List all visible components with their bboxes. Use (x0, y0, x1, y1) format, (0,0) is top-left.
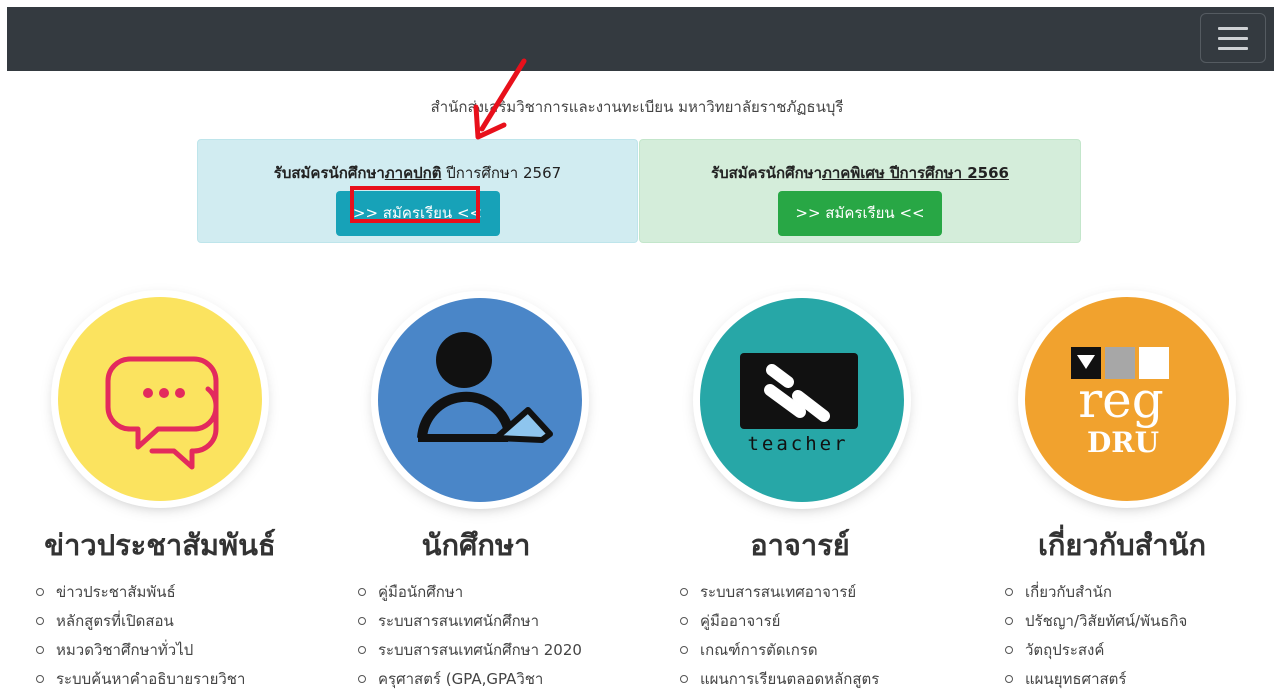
svg-text:reg: reg (1078, 371, 1164, 429)
svg-text:teacher: teacher (747, 433, 848, 455)
teacher-info-system-link[interactable]: ระบบสารสนเทศอาจารย์ (680, 578, 879, 607)
teachers-list: ระบบสารสนเทศอาจารย์ คู่มืออาจารย์ เกณฑ์ก… (680, 578, 879, 694)
news-title[interactable]: ข่าวประชาสัมพันธ์ (10, 522, 310, 568)
philosophy-vision-mission-link[interactable]: ปรัชญา/วิสัยทัศน์/พันธกิจ (1005, 607, 1187, 636)
highlight-box (350, 186, 480, 223)
course-search-link[interactable]: ระบบค้นหาคำอธิบายรายวิชา (36, 665, 245, 694)
special-term-link[interactable]: ภาคพิเศษ ปีการศึกษา 2566 (822, 164, 1009, 182)
regular-term-link[interactable]: ภาคปกติ (385, 164, 442, 182)
red-arrow-icon (473, 58, 527, 140)
news-link[interactable]: ข่าวประชาสัมพันธ์ (36, 578, 245, 607)
teacher-logo-icon[interactable]: teacher (700, 298, 904, 502)
student-info-system-2020-link[interactable]: ระบบสารสนเทศนักศึกษา 2020 (358, 636, 582, 665)
student-profile-icon[interactable] (378, 298, 582, 502)
student-manual-link[interactable]: คู่มือนักศึกษา (358, 578, 582, 607)
special-admission-panel: รับสมัครนักศึกษาภาคพิเศษ ปีการศึกษา 2566… (639, 139, 1081, 243)
svg-text:DRU: DRU (1087, 426, 1159, 459)
about-office-link[interactable]: เกี่ยวกับสำนัก (1005, 578, 1187, 607)
teachers-title[interactable]: อาจารย์ (650, 522, 950, 568)
objectives-link[interactable]: วัตถุประสงค์ (1005, 636, 1187, 665)
special-apply-button[interactable]: >> สมัครเรียน << (778, 191, 942, 236)
grading-criteria-link[interactable]: เกณฑ์การตัดเกรด (680, 636, 879, 665)
education-gpa-link[interactable]: ครุศาสตร์ (GPA,GPAวิชา (358, 665, 582, 694)
strategic-plan-link[interactable]: แผนยุทธศาสตร์ (1005, 665, 1187, 694)
students-list: คู่มือนักศึกษา ระบบสารสนเทศนักศึกษา ระบบ… (358, 578, 582, 694)
about-title[interactable]: เกี่ยวกับสำนัก (972, 522, 1272, 568)
students-title[interactable]: นักศึกษา (326, 522, 626, 568)
news-chat-icon[interactable] (58, 297, 262, 501)
student-info-system-link[interactable]: ระบบสารสนเทศนักศึกษา (358, 607, 582, 636)
general-education-link[interactable]: หมวดวิชาศึกษาทั่วไป (36, 636, 245, 665)
about-list: เกี่ยวกับสำนัก ปรัชญา/วิสัยทัศน์/พันธกิจ… (1005, 578, 1187, 694)
curriculum-link[interactable]: หลักสูตรที่เปิดสอน (36, 607, 245, 636)
teacher-manual-link[interactable]: คู่มืออาจารย์ (680, 607, 879, 636)
office-subtitle: สำนักส่งเสริมวิชาการและงานทะเบียน มหาวิท… (430, 98, 844, 116)
study-plan-link[interactable]: แผนการเรียนตลอดหลักสูตร (680, 665, 879, 694)
special-admission-heading: รับสมัครนักศึกษาภาคพิเศษ ปีการศึกษา 2566 (711, 164, 1009, 182)
regular-admission-heading: รับสมัครนักศึกษาภาคปกติ ปีการศึกษา 2567 (273, 164, 562, 182)
reg-dru-logo-icon[interactable]: reg DRU (1025, 297, 1229, 501)
hamburger-menu-icon[interactable] (1200, 13, 1266, 63)
news-list: ข่าวประชาสัมพันธ์ หลักสูตรที่เปิดสอน หมว… (36, 578, 245, 694)
top-navbar (7, 7, 1274, 71)
